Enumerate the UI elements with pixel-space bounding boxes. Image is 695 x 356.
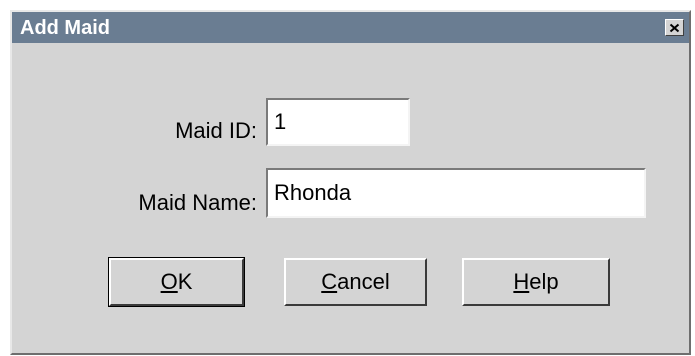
ok-mnemonic: O [160, 269, 178, 294]
window-title: Add Maid [20, 17, 110, 39]
maid-name-label: Maid Name: [138, 190, 257, 215]
help-mnemonic: H [513, 269, 530, 294]
maid-name-input[interactable] [266, 168, 646, 218]
add-maid-dialog: Add Maid Maid ID: Maid Name: OK Cancel H… [10, 10, 691, 355]
maid-id-label: Maid ID: [175, 118, 257, 143]
help-label-rest: elp [529, 269, 559, 294]
cancel-button[interactable]: Cancel [284, 258, 427, 306]
ok-button[interactable]: OK [108, 257, 245, 307]
close-button[interactable] [665, 19, 684, 36]
help-button[interactable]: Help [462, 258, 610, 306]
cancel-mnemonic: C [321, 269, 338, 294]
maid-id-input[interactable] [266, 98, 410, 146]
title-bar[interactable]: Add Maid [12, 12, 689, 43]
close-icon [669, 23, 680, 32]
cancel-label-rest: ancel [337, 269, 390, 294]
ok-label-rest: K [177, 269, 193, 294]
